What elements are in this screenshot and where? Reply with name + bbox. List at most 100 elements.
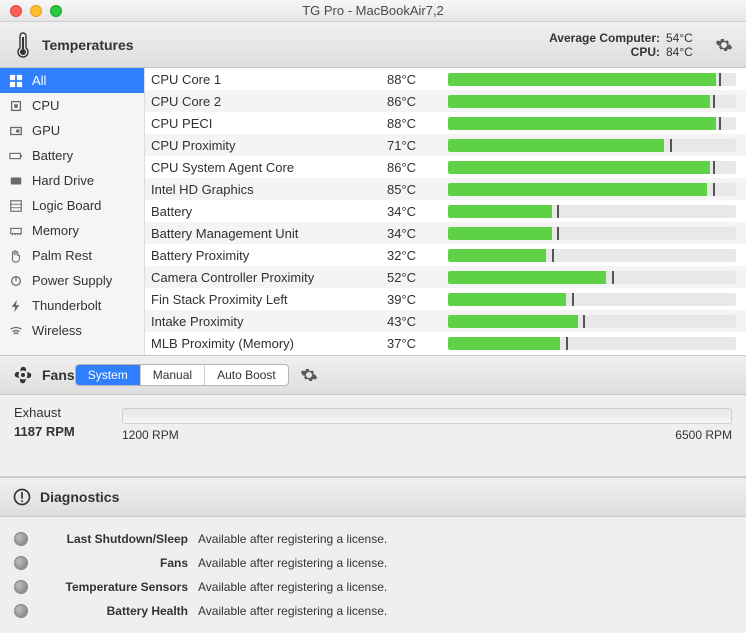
status-dot-icon bbox=[14, 604, 28, 618]
fans-settings-button[interactable] bbox=[299, 365, 319, 385]
status-dot-icon bbox=[14, 580, 28, 594]
gpu-icon bbox=[8, 123, 24, 139]
sidebar-item-memory[interactable]: Memory bbox=[0, 218, 144, 243]
fan-name: Exhaust bbox=[14, 405, 104, 420]
sensor-temp: 39°C bbox=[387, 292, 442, 307]
fans-header: Fans SystemManualAuto Boost bbox=[0, 355, 746, 395]
diagnostic-value: Available after registering a license. bbox=[198, 556, 387, 570]
sidebar-item-thunderbolt[interactable]: Thunderbolt bbox=[0, 293, 144, 318]
sensor-row: CPU Core 286°C bbox=[145, 90, 746, 112]
fan-mode-auto-boost[interactable]: Auto Boost bbox=[205, 365, 288, 385]
status-dot-icon bbox=[14, 556, 28, 570]
sensor-row: CPU Proximity 71°C bbox=[145, 134, 746, 156]
sensor-bar bbox=[448, 117, 736, 130]
diagnostic-value: Available after registering a license. bbox=[198, 580, 387, 594]
sensor-name: CPU System Agent Core bbox=[151, 160, 381, 175]
sensor-name: CPU Core 2 bbox=[151, 94, 381, 109]
fan-panel: Exhaust 1187 RPM 1200 RPM 6500 RPM bbox=[0, 395, 746, 477]
sidebar-item-label: Battery bbox=[32, 148, 73, 163]
power-icon bbox=[8, 273, 24, 289]
sensor-row: MLB Proximity (Memory) 37°C bbox=[145, 332, 746, 354]
sensor-bar bbox=[448, 315, 736, 328]
sensor-row: Battery Proximity 32°C bbox=[145, 244, 746, 266]
diagnostic-label: Temperature Sensors bbox=[38, 580, 188, 594]
sensor-name: CPU Proximity bbox=[151, 138, 381, 153]
sensor-bar bbox=[448, 73, 736, 86]
sidebar-item-label: Power Supply bbox=[32, 273, 112, 288]
sensor-row: CPU PECI88°C bbox=[145, 112, 746, 134]
sensor-row: Intake Proximity43°C bbox=[145, 310, 746, 332]
chip-icon bbox=[8, 98, 24, 114]
sidebar-item-wireless[interactable]: Wireless bbox=[0, 318, 144, 343]
sidebar-item-cpu[interactable]: CPU bbox=[0, 93, 144, 118]
sensor-temp: 86°C bbox=[387, 160, 442, 175]
sidebar-item-battery[interactable]: Battery bbox=[0, 143, 144, 168]
sensor-name: CPU PECI bbox=[151, 116, 381, 131]
sidebar-item-label: CPU bbox=[32, 98, 59, 113]
sensor-temp: 71°C bbox=[387, 138, 442, 153]
diagnostic-row: Last Shutdown/Sleep Available after regis… bbox=[14, 527, 732, 551]
sidebar-item-label: Palm Rest bbox=[32, 248, 92, 263]
diagnostic-value: Available after registering a license. bbox=[198, 532, 387, 546]
sidebar-item-label: Memory bbox=[32, 223, 79, 238]
fan-current-rpm: 1187 RPM bbox=[14, 424, 104, 439]
titlebar: TG Pro - MacBookAir7,2 bbox=[0, 0, 746, 22]
diagnostics-panel: Last Shutdown/Sleep Available after regis… bbox=[0, 517, 746, 633]
diagnostic-label: Battery Health bbox=[38, 604, 188, 618]
sensor-bar bbox=[448, 139, 736, 152]
sidebar-item-all[interactable]: All bbox=[0, 68, 144, 93]
sensor-name: Fin Stack Proximity Left bbox=[151, 292, 381, 307]
fan-icon bbox=[12, 364, 34, 386]
bolt-icon bbox=[8, 298, 24, 314]
cpu-value: 84°C bbox=[666, 45, 704, 59]
diagnostic-row: Battery Health Available after registerin… bbox=[14, 599, 732, 623]
sensor-bar bbox=[448, 293, 736, 306]
avg-computer-label: Average Computer: bbox=[549, 31, 660, 45]
fan-mode-system[interactable]: System bbox=[76, 365, 141, 385]
sidebar-item-power-supply[interactable]: Power Supply bbox=[0, 268, 144, 293]
sidebar-item-gpu[interactable]: GPU bbox=[0, 118, 144, 143]
diagnostic-value: Available after registering a license. bbox=[198, 604, 387, 618]
sensor-temp: 34°C bbox=[387, 226, 442, 241]
sensor-temp: 52°C bbox=[387, 270, 442, 285]
temperatures-settings-button[interactable] bbox=[714, 35, 734, 55]
temperatures-header: Temperatures Average Computer: 54°C CPU:… bbox=[0, 22, 746, 68]
sidebar-item-label: Wireless bbox=[32, 323, 82, 338]
fan-mode-manual[interactable]: Manual bbox=[141, 365, 205, 385]
sensor-bar bbox=[448, 95, 736, 108]
sensor-temp: 88°C bbox=[387, 72, 442, 87]
sensor-bar bbox=[448, 161, 736, 174]
sensor-temp: 85°C bbox=[387, 182, 442, 197]
drive-icon bbox=[8, 173, 24, 189]
sidebar-item-hard-drive[interactable]: Hard Drive bbox=[0, 168, 144, 193]
diagnostics-label: Diagnostics bbox=[40, 489, 119, 505]
sensor-bar bbox=[448, 183, 736, 196]
diagnostic-label: Last Shutdown/Sleep bbox=[38, 532, 188, 546]
fan-speed-slider[interactable] bbox=[122, 408, 732, 424]
sensor-bar bbox=[448, 249, 736, 262]
fan-mode-segmented-control: SystemManualAuto Boost bbox=[75, 364, 289, 386]
hand-icon bbox=[8, 248, 24, 264]
sensor-temp: 32°C bbox=[387, 248, 442, 263]
diagnostic-row: Temperature Sensors Available after regis… bbox=[14, 575, 732, 599]
sensor-name: Battery Proximity bbox=[151, 248, 381, 263]
sensor-name: MLB Proximity (Memory) bbox=[151, 336, 381, 351]
sensor-row: CPU System Agent Core 86°C bbox=[145, 156, 746, 178]
sensor-bar bbox=[448, 205, 736, 218]
avg-readout: Average Computer: 54°C CPU: 84°C bbox=[549, 31, 704, 59]
sensor-name: Battery Management Unit bbox=[151, 226, 381, 241]
memory-icon bbox=[8, 223, 24, 239]
sidebar-item-logic-board[interactable]: Logic Board bbox=[0, 193, 144, 218]
sensor-temp: 37°C bbox=[387, 336, 442, 351]
alert-icon bbox=[12, 487, 32, 507]
sensor-name: Intake Proximity bbox=[151, 314, 381, 329]
sensor-list: CPU Core 188°CCPU Core 286°CCPU PECI88°C… bbox=[145, 68, 746, 355]
sensor-name: CPU Core 1 bbox=[151, 72, 381, 87]
status-dot-icon bbox=[14, 532, 28, 546]
battery-icon bbox=[8, 148, 24, 164]
sensor-row: Intel HD Graphics85°C bbox=[145, 178, 746, 200]
sidebar-item-palm-rest[interactable]: Palm Rest bbox=[0, 243, 144, 268]
sensor-row: CPU Core 1 88°C bbox=[145, 68, 746, 90]
sidebar-item-label: Logic Board bbox=[32, 198, 101, 213]
sidebar-item-label: Thunderbolt bbox=[32, 298, 101, 313]
